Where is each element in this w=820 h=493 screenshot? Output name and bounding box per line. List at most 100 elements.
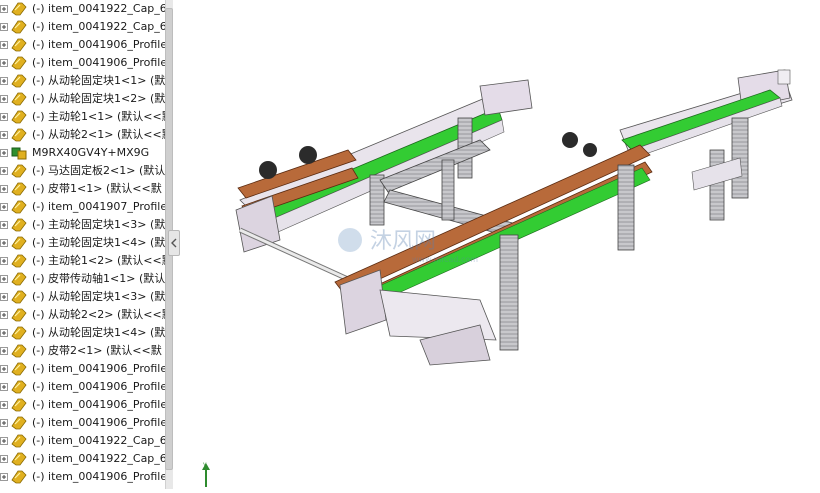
tree-item[interactable]: (-) item_0041907_Profile xyxy=(0,198,165,216)
expand-plus-icon[interactable] xyxy=(0,185,8,193)
watermark-url: www.mfcad.com xyxy=(412,255,478,264)
tree-item-label: (-) 从动轮2<1> (默认<<默 xyxy=(32,128,165,141)
expand-plus-icon[interactable] xyxy=(0,419,8,427)
expand-plus-icon[interactable] xyxy=(0,365,8,373)
tree-item-label: (-) item_0041906_Profile xyxy=(32,398,165,411)
part-icon xyxy=(10,181,28,197)
conveyor-model: 沐风网 www.mfcad.com xyxy=(235,69,793,366)
part-icon xyxy=(10,325,28,341)
left-motor-knob-1 xyxy=(259,161,277,179)
expand-plus-icon[interactable] xyxy=(0,95,8,103)
tree-item[interactable]: (-) 皮带1<1> (默认<<默 xyxy=(0,180,162,198)
tree-item-label: (-) 主动轮固定块1<4> (默 xyxy=(32,236,165,249)
part-icon xyxy=(10,469,28,485)
axis-triad-icon: y xyxy=(196,460,216,489)
tree-item[interactable]: (-) item_0041922_Cap_6 xyxy=(0,0,165,18)
expand-plus-icon[interactable] xyxy=(0,293,8,301)
tree-item[interactable]: (-) 主动轮固定块1<4> (默 xyxy=(0,234,165,252)
expand-plus-icon[interactable] xyxy=(0,257,8,265)
tree-item-label: (-) 皮带传动轴1<1> (默认 xyxy=(32,272,165,285)
part-icon xyxy=(10,433,28,449)
tree-item[interactable]: (-) 从动轮固定块1<4> (默 xyxy=(0,324,165,342)
tree-item-label: (-) 皮带2<1> (默认<<默 xyxy=(32,344,162,357)
expand-plus-icon[interactable] xyxy=(0,41,8,49)
part-icon xyxy=(10,235,28,251)
tree-item[interactable]: (-) 从动轮2<1> (默认<<默 xyxy=(0,126,165,144)
svg-text:y: y xyxy=(203,461,207,468)
tree-item[interactable]: (-) 皮带2<1> (默认<<默 xyxy=(0,342,162,360)
expand-plus-icon[interactable] xyxy=(0,131,8,139)
expand-plus-icon[interactable] xyxy=(0,23,8,31)
tree-item[interactable]: (-) 从动轮固定块1<1> (默 xyxy=(0,72,165,90)
part-icon xyxy=(10,127,28,143)
graphics-viewport[interactable]: 沐风网 www.mfcad.com xyxy=(180,0,820,489)
part-icon xyxy=(10,361,28,377)
tree-item-label: (-) item_0041922_Cap_6 xyxy=(32,452,165,465)
tree-item[interactable]: (-) item_0041922_Cap_6 xyxy=(0,432,165,450)
tree-item-label: (-) 从动轮固定块1<4> (默 xyxy=(32,326,165,339)
expand-plus-icon[interactable] xyxy=(0,347,8,355)
tree-item[interactable]: (-) item_0041906_Profile xyxy=(0,414,165,432)
tree-item-label: (-) 从动轮固定块1<2> (默 xyxy=(32,92,165,105)
expand-plus-icon[interactable] xyxy=(0,77,8,85)
expand-plus-icon[interactable] xyxy=(0,59,8,67)
tree-item-label: (-) item_0041906_Profile xyxy=(32,380,165,393)
part-icon xyxy=(10,19,28,35)
expand-plus-icon[interactable] xyxy=(0,329,8,337)
expand-plus-icon[interactable] xyxy=(0,383,8,391)
tree-item-label: (-) 主动轮固定块1<3> (默 xyxy=(32,218,165,231)
expand-plus-icon[interactable] xyxy=(0,473,8,481)
tree-item[interactable]: (-) 从动轮固定块1<3> (默 xyxy=(0,288,165,306)
tree-item[interactable]: (-) 主动轮固定块1<3> (默 xyxy=(0,216,165,234)
right-belt-top xyxy=(621,89,781,151)
tree-item-label: (-) 皮带1<1> (默认<<默 xyxy=(32,182,162,195)
part-icon xyxy=(10,37,28,53)
subassembly-icon xyxy=(10,145,28,161)
panel-collapse-handle[interactable] xyxy=(168,230,180,256)
tree-item-label: (-) item_0041906_Profile xyxy=(32,416,165,429)
tree-item-label: (-) 从动轮固定块1<3> (默 xyxy=(32,290,165,303)
part-icon xyxy=(10,379,28,395)
expand-plus-icon[interactable] xyxy=(0,149,8,157)
tree-item[interactable]: (-) item_0041906_Profile xyxy=(0,396,165,414)
tree-item[interactable]: (-) item_0041922_Cap_6 xyxy=(0,450,165,468)
tree-item-label: (-) item_0041906_Profile xyxy=(32,56,165,69)
tree-item[interactable]: (-) item_0041906_Profile xyxy=(0,54,165,72)
chevron-left-icon xyxy=(171,238,177,248)
tree-item-label: (-) item_0041906_Profile xyxy=(32,362,165,375)
tree-item[interactable]: (-) item_0041906_Profile xyxy=(0,378,165,396)
tree-item-label: (-) 马达固定板2<1> (默认 xyxy=(32,164,165,177)
scroll-up-arrow-icon[interactable] xyxy=(165,0,172,13)
expand-plus-icon[interactable] xyxy=(0,455,8,463)
expand-plus-icon[interactable] xyxy=(0,203,8,211)
expand-plus-icon[interactable] xyxy=(0,275,8,283)
tree-item[interactable]: (-) item_0041906_Profile xyxy=(0,36,165,54)
expand-plus-icon[interactable] xyxy=(0,5,8,13)
expand-plus-icon[interactable] xyxy=(0,311,8,319)
part-icon xyxy=(10,451,28,467)
expand-plus-icon[interactable] xyxy=(0,221,8,229)
part-icon xyxy=(10,343,28,359)
tree-item[interactable]: (-) 主动轮1<1> (默认<<默 xyxy=(0,108,165,126)
tree-item[interactable]: (-) 马达固定板2<1> (默认 xyxy=(0,162,165,180)
part-icon xyxy=(10,163,28,179)
tree-item[interactable]: (-) 主动轮1<2> (默认<<默 xyxy=(0,252,165,270)
tree-item[interactable]: (-) 从动轮2<2> (默认<<默 xyxy=(0,306,165,324)
expand-plus-icon[interactable] xyxy=(0,437,8,445)
tree-item[interactable]: M9RX40GV4Y+MX9G xyxy=(0,144,160,162)
tree-item-label: (-) 从动轮固定块1<1> (默 xyxy=(32,74,165,87)
expand-plus-icon[interactable] xyxy=(0,401,8,409)
tree-item[interactable]: (-) 皮带传动轴1<1> (默认 xyxy=(0,270,165,288)
tree-item[interactable]: (-) item_0041906_Profile xyxy=(0,468,165,486)
tree-item[interactable]: (-) item_0041922_Cap_6 xyxy=(0,18,165,36)
expand-plus-icon[interactable] xyxy=(0,167,8,175)
tree-item[interactable]: (-) item_0041906_Profile xyxy=(0,360,165,378)
feature-tree-panel: (-) item_0041922_Cap_6 (-) item_0041922_C… xyxy=(0,0,165,489)
expand-plus-icon[interactable] xyxy=(0,239,8,247)
tree-item[interactable]: (-) 从动轮固定块1<2> (默 xyxy=(0,90,165,108)
tree-item-label: (-) 主动轮1<2> (默认<<默 xyxy=(32,254,165,267)
expand-plus-icon[interactable] xyxy=(0,113,8,121)
front-leg xyxy=(499,234,519,351)
part-icon xyxy=(10,1,28,17)
part-icon xyxy=(10,307,28,323)
